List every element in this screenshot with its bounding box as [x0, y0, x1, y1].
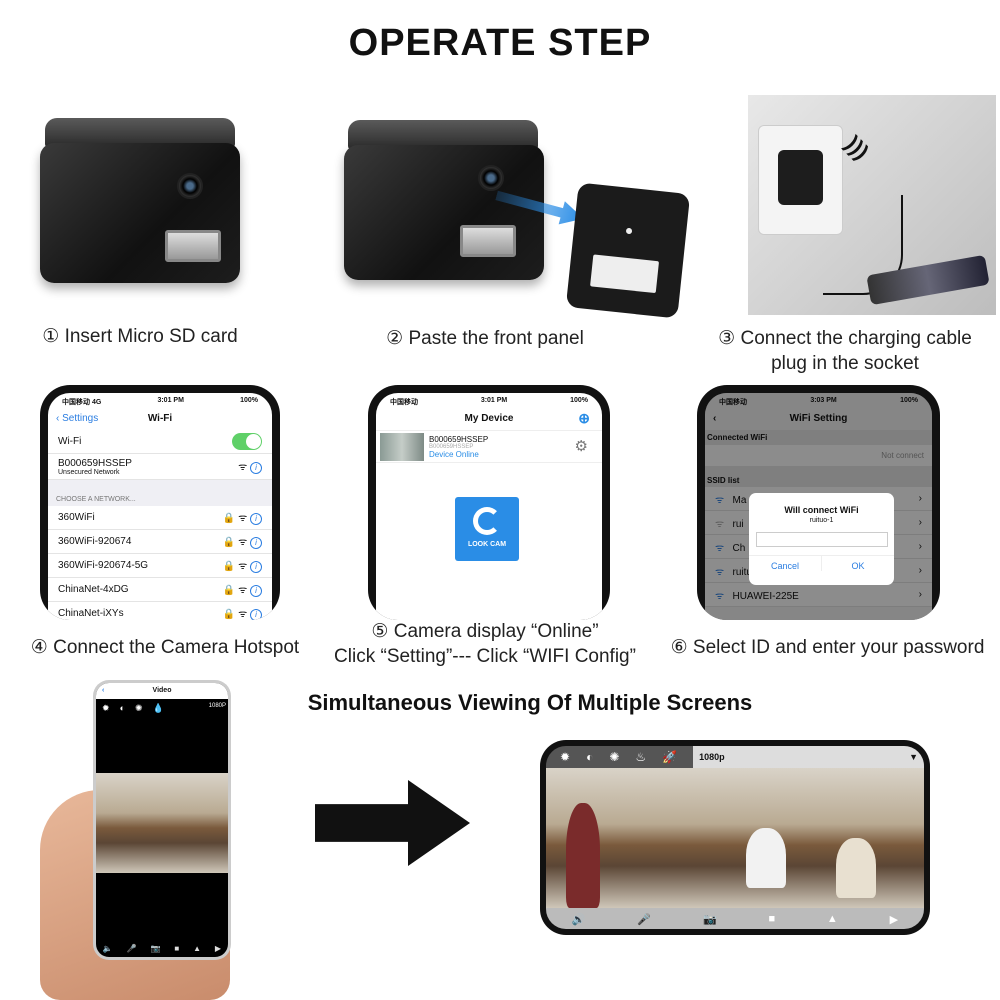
step-5-caption: ⑤ Camera display “Online” — [371, 621, 599, 642]
network-item[interactable]: 360WiFi-920674 🔒 ᯤ i — [48, 530, 272, 554]
wifi-toggle[interactable] — [232, 433, 262, 450]
info-icon: i — [250, 512, 262, 525]
battery: 100% — [240, 397, 258, 404]
info-icon: i — [250, 536, 262, 549]
page-title: OPERATE STEP — [348, 22, 652, 64]
step-2-caption: ② Paste the front panel — [386, 328, 584, 349]
brightness-icon[interactable]: ✹ — [102, 703, 110, 714]
network-list: 360WiFi 🔒 ᯤ i 360WiFi-920674 🔒 ᯤ i 360WiFi… — [48, 506, 272, 620]
connected-network[interactable]: B000659HSSEP Unsecured Network ᯤ i — [48, 454, 272, 480]
step-3-caption-line2: plug in the socket — [771, 353, 919, 374]
phone-wifi-settings: 中国移动 4G 3:01 PM 100% ‹ Settings Wi-Fi Wi-Fi… — [40, 385, 280, 620]
cancel-button[interactable]: Cancel — [749, 556, 822, 571]
mic-icon[interactable]: 🎤 — [637, 913, 651, 926]
add-device-icon[interactable]: ⊕ — [578, 410, 590, 427]
phone-my-device: 中国移动 3:01 PM 100% My Device ⊕ B000659HSSEP B… — [368, 385, 610, 620]
video-feed — [546, 768, 924, 908]
time: 3:01 PM — [157, 397, 184, 404]
camera-panel-image — [340, 120, 691, 319]
connect-dialog: Will connect WiFi ruituo-1 Cancel OK — [749, 493, 894, 585]
socket-photo: ))) — [748, 95, 996, 315]
resolution-label[interactable]: 1080P — [209, 703, 226, 709]
info-icon[interactable]: i — [250, 461, 262, 474]
light-icon[interactable]: ✺ — [609, 750, 619, 764]
settings-gear-icon[interactable]: ⚙ — [575, 437, 588, 455]
look-cam-logo: LOOK CAM — [455, 497, 519, 561]
network-item[interactable]: 360WiFi 🔒 ᯤ i — [48, 506, 272, 530]
color-icon[interactable]: 💧 — [153, 703, 164, 714]
screen-title: Wi-Fi — [147, 413, 173, 424]
wifi-label: Wi-Fi — [58, 436, 82, 447]
mirror-icon[interactable]: ▶ — [890, 913, 898, 926]
step-3-caption: ③ Connect the charging cable — [718, 328, 972, 349]
record-icon[interactable]: ■ — [768, 913, 775, 925]
wifi-signal-icon: ))) — [840, 131, 874, 165]
mirror-icon[interactable]: ▶ — [215, 944, 221, 953]
multi-view-heading: Simultaneous Viewing Of Multiple Screens — [307, 690, 753, 715]
contrast-icon[interactable]: ◐ — [120, 703, 125, 714]
resolution-select[interactable]: 1080p ▼ — [693, 746, 924, 768]
device-status: Device Online — [429, 449, 479, 459]
back-button[interactable]: ‹ Settings — [56, 413, 98, 424]
back-button[interactable]: ‹ — [102, 687, 104, 694]
info-icon: i — [250, 608, 262, 620]
camera-cube-image — [35, 118, 245, 283]
video-feed — [96, 773, 228, 873]
carrier: 中国移动 4G — [62, 399, 102, 406]
right-arrow-icon — [315, 780, 470, 866]
info-icon: i — [250, 584, 262, 597]
step-4-caption: ④ Connect the Camera Hotspot — [30, 637, 300, 658]
landscape-phone: ✹ ◐ ✺ ♨ 🚀 1080p ▼ 🔊 🎤 📷 ■ ▲ ▶ — [540, 740, 930, 935]
section-header: CHOOSE A NETWORK... — [48, 480, 272, 506]
snapshot-icon[interactable]: 📷 — [151, 944, 161, 953]
flip-icon[interactable]: ▲ — [193, 944, 201, 953]
network-item[interactable]: ChinaNet-4xDG 🔒 ᯤ i — [48, 578, 272, 602]
speaker-icon[interactable]: 🔊 — [572, 913, 586, 926]
dialog-title: Will connect WiFi — [784, 505, 859, 515]
network-item[interactable]: 360WiFi-920674-5G 🔒 ᯤ i — [48, 554, 272, 578]
device-item[interactable]: B000659HSSEP B000659HSSEP Device Online ⚙ — [376, 431, 602, 463]
temperature-icon[interactable]: ♨ — [635, 750, 646, 764]
ok-button[interactable]: OK — [822, 556, 894, 571]
info-icon: i — [250, 560, 262, 573]
mic-icon[interactable]: 🎤 — [127, 944, 137, 953]
device-thumbnail — [380, 432, 424, 461]
front-panel — [565, 182, 691, 319]
record-icon[interactable]: ■ — [174, 944, 179, 953]
step-6-caption: ⑥ Select ID and enter your password — [670, 637, 985, 658]
usb-port — [165, 230, 221, 262]
flip-icon[interactable]: ▲ — [827, 913, 838, 925]
boost-icon[interactable]: 🚀 — [662, 750, 677, 764]
lens-icon — [177, 173, 203, 199]
step-1-caption: ① Insert Micro SD card — [42, 326, 238, 347]
screen-title: My Device — [464, 413, 514, 424]
phone-wifi-setting: 中国移动 3:03 PM 100% ‹ WiFi Setting Connected … — [697, 385, 940, 620]
light-icon[interactable]: ✺ — [135, 703, 143, 714]
snapshot-icon[interactable]: 📷 — [703, 913, 717, 926]
password-input[interactable] — [755, 532, 888, 547]
contrast-icon[interactable]: ◐ — [586, 750, 593, 764]
dialog-ssid: ruituo-1 — [809, 517, 834, 524]
brightness-icon[interactable]: ✹ — [560, 750, 570, 764]
network-item[interactable]: ChinaNet-iXYs 🔒 ᯤ i — [48, 602, 272, 620]
step-5-caption-line2: Click “Setting”--- Click “WIFI Config” — [334, 646, 636, 667]
portrait-phone: ‹ Video ✹ ◐ ✺ 💧 1080P 🔈 🎤 📷 ■ ▲ ▶ — [93, 680, 231, 960]
speaker-icon[interactable]: 🔈 — [103, 944, 113, 953]
